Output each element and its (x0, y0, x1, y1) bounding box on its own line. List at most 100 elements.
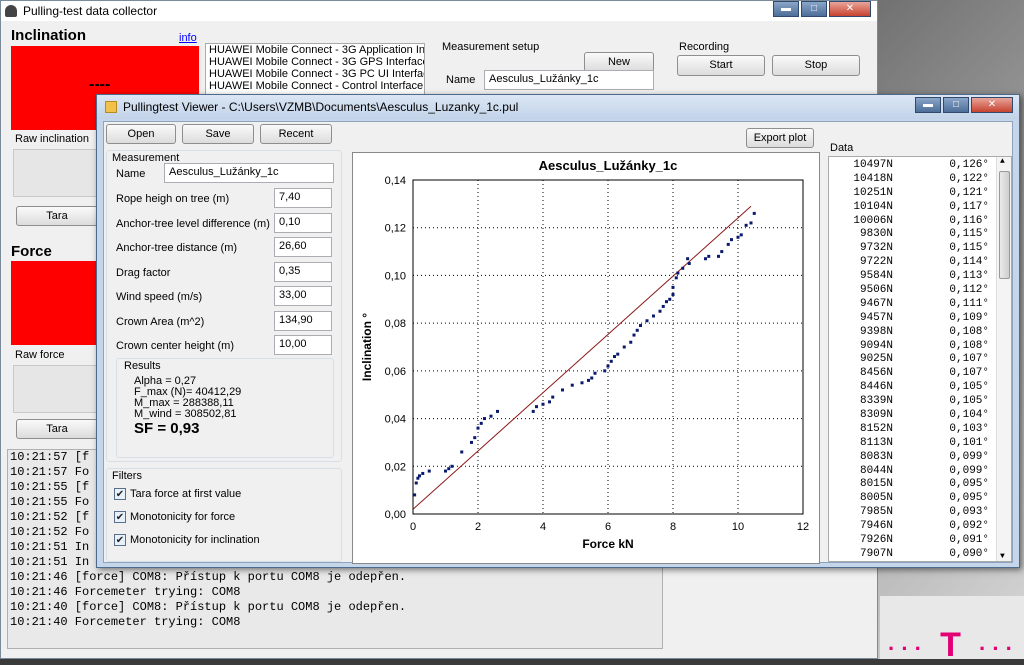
field-input[interactable]: 7,40 (274, 188, 332, 208)
data-row[interactable]: 8446N 0,105° (829, 381, 1011, 395)
data-row[interactable]: 7907N 0,090° (829, 548, 1011, 561)
force-cell: 9506N (859, 284, 893, 297)
data-row[interactable]: 8456N 0,107° (829, 367, 1011, 381)
data-row[interactable]: 10251N 0,121° (829, 187, 1011, 201)
filter-checkbox[interactable]: ✔ Monotonicity for force (114, 511, 235, 523)
data-row[interactable]: 9398N 0,108° (829, 326, 1011, 340)
data-row[interactable]: 9094N 0,108° (829, 340, 1011, 354)
angle-cell: 0,115° (949, 228, 989, 241)
telekom-dots: ··· T ··· (888, 626, 1019, 664)
field-input[interactable]: 0,10 (274, 212, 332, 233)
field-input[interactable]: 0,35 (274, 261, 332, 282)
sf-value: SF = 0,93 (134, 420, 200, 437)
data-row[interactable]: 10006N 0,116° (829, 215, 1011, 229)
data-point (752, 211, 756, 215)
viewer-close-button[interactable]: ✕ (971, 97, 1013, 113)
recent-button[interactable]: Recent (260, 124, 332, 144)
tara-force-button[interactable]: Tara (16, 419, 98, 439)
viewer-maximize-button[interactable]: □ (943, 97, 969, 113)
viewer-window: Pullingtest Viewer - C:\Users\VZMB\Docum… (96, 94, 1020, 568)
data-row[interactable]: 10104N 0,117° (829, 201, 1011, 215)
data-row[interactable]: 7926N 0,091° (829, 534, 1011, 548)
data-row[interactable]: 7946N 0,092° (829, 520, 1011, 534)
device-item[interactable]: HUAWEI Mobile Connect - 3G PC UI Interfa… (206, 68, 424, 80)
data-point (665, 300, 668, 304)
data-row[interactable]: 10497N 0,126° (829, 159, 1011, 173)
data-row[interactable]: 10418N 0,122° (829, 173, 1011, 187)
angle-cell: 0,109° (949, 311, 989, 324)
device-item[interactable]: HUAWEI Mobile Connect - 3G Application I… (206, 44, 424, 56)
start-button[interactable]: Start (677, 55, 765, 76)
name-input[interactable]: Aesculus_Lužánky_1c (164, 163, 334, 183)
data-row[interactable]: 8005N 0,095° (829, 492, 1011, 506)
data-row[interactable]: 8044N 0,099° (829, 465, 1011, 479)
force-cell: 8446N (859, 381, 893, 394)
open-button[interactable]: Open (106, 124, 176, 144)
export-plot-button[interactable]: Export plot (746, 128, 814, 148)
data-point (686, 257, 690, 261)
device-list[interactable]: HUAWEI Mobile Connect - 3G Application I… (205, 43, 425, 95)
scroll-up-icon[interactable]: ▲ (1000, 157, 1005, 166)
data-row[interactable]: 9467N 0,111° (829, 298, 1011, 312)
device-item[interactable]: HUAWEI Mobile Connect - 3G GPS Interface… (206, 56, 424, 68)
data-row[interactable]: 9584N 0,113° (829, 270, 1011, 284)
checkmark-icon[interactable]: ✔ (114, 534, 126, 546)
field-input[interactable]: 134,90 (274, 310, 332, 331)
filter-checkbox[interactable]: ✔ Monotonicity for inclination (114, 534, 260, 546)
filter-checkbox[interactable]: ✔ Tara force at first value (114, 488, 241, 500)
data-row[interactable]: 8309N 0,104° (829, 409, 1011, 423)
data-row[interactable]: 7985N 0,093° (829, 506, 1011, 520)
device-item[interactable]: HUAWEI Mobile Connect - Control Interfac… (206, 80, 424, 92)
save-button[interactable]: Save (182, 124, 254, 144)
data-point (473, 436, 477, 440)
data-row[interactable]: 9025N 0,107° (829, 353, 1011, 367)
scroll-down-icon[interactable]: ▼ (1000, 552, 1005, 561)
angle-cell: 0,116° (949, 214, 989, 227)
angle-cell: 0,115° (949, 242, 989, 255)
force-heading: Force (11, 243, 52, 260)
checkmark-icon[interactable]: ✔ (114, 488, 126, 500)
y-tick-label: 0,12 (385, 223, 406, 235)
data-point (413, 493, 417, 497)
new-button[interactable]: New (584, 52, 654, 72)
stop-button[interactable]: Stop (772, 55, 860, 76)
field-input[interactable]: 33,00 (274, 286, 332, 306)
data-row[interactable]: 9457N 0,109° (829, 312, 1011, 326)
data-list[interactable]: 10497N 0,126° 10418N 0,122° 10251N 0,121° 1010… (828, 156, 1012, 562)
scrollbar-thumb[interactable] (999, 171, 1010, 279)
angle-cell: 0,113° (949, 270, 989, 283)
data-row[interactable]: 9506N 0,112° (829, 284, 1011, 298)
force-cell: 8015N (859, 478, 893, 491)
data-point (561, 388, 564, 392)
close-button[interactable]: ✕ (829, 1, 871, 17)
plot-panel: 0 2 4 6 8 10 12 0,00 0,02 0,04 0,06 0,08 0,10 0,12 0,1… (352, 152, 820, 564)
data-row[interactable]: 8339N 0,105° (829, 395, 1011, 409)
viewer-app-icon (105, 101, 117, 113)
data-point (414, 481, 418, 485)
data-row[interactable]: 8015N 0,095° (829, 478, 1011, 492)
field-input[interactable]: 26,60 (274, 237, 332, 257)
data-row[interactable]: 9830N 0,115° (829, 228, 1011, 242)
data-row[interactable]: 9722N 0,114° (829, 256, 1011, 270)
data-scrollbar[interactable]: ▲ ▼ (996, 157, 1011, 561)
data-row[interactable]: 9732N 0,115° (829, 242, 1011, 256)
data-point (593, 371, 597, 375)
info-link[interactable]: info (179, 32, 197, 44)
angle-cell: 0,117° (949, 200, 989, 213)
maximize-button[interactable]: □ (801, 1, 827, 17)
minimize-button[interactable]: ▬ (773, 1, 799, 17)
force-cell: 7985N (859, 506, 893, 519)
checkmark-icon[interactable]: ✔ (114, 511, 126, 523)
data-row[interactable]: 8152N 0,103° (829, 423, 1011, 437)
data-point (479, 421, 483, 425)
data-row[interactable]: 8083N 0,099° (829, 451, 1011, 465)
viewer-minimize-button[interactable]: ▬ (915, 97, 941, 113)
field-input[interactable]: 10,00 (274, 335, 332, 355)
setup-name-input[interactable]: Aesculus_Lužánky_1c (484, 70, 654, 90)
data-row[interactable]: 8113N 0,101° (829, 437, 1011, 451)
data-point (603, 369, 607, 373)
tara-inclination-button[interactable]: Tara (16, 206, 98, 226)
data-point (707, 254, 711, 258)
force-cell: 9732N (859, 242, 893, 255)
telekom-logo: ··· T ··· (880, 596, 1024, 664)
